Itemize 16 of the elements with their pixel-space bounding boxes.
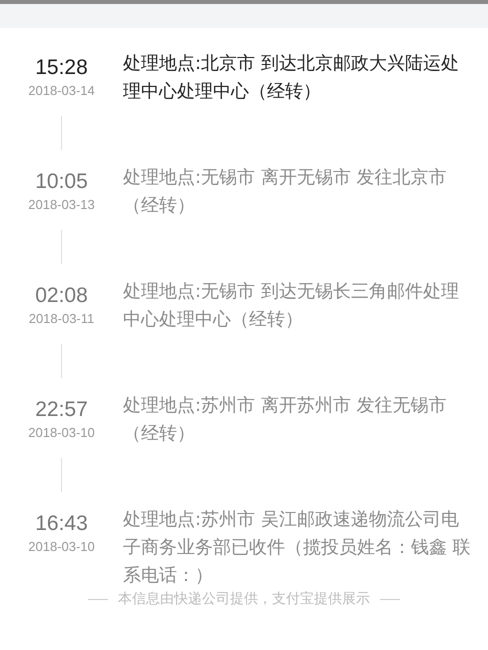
event-description: 处理地点:北京市 到达北京邮政大兴陆运处理中心处理中心（经转） [123,52,460,104]
event-time: 22:57 [35,397,88,423]
event-description: 处理地点:苏州市 吴江邮政速递物流公司电子商务业务部已收件（揽投员姓名：钱鑫 联系电话：） [123,508,472,588]
source-note: 本信息由快递公司提供，支付宝提供展示 [118,590,370,608]
event-description: 处理地点:无锡市 到达无锡长三角邮件处理中心处理中心（经转） [123,280,460,332]
event-date: 2018-03-10 [28,424,95,442]
event-date: 2018-03-13 [28,196,95,214]
event-description: 处理地点:苏州市 离开苏州市 发往无锡市（经转） [123,394,448,446]
event-time: 10:05 [35,169,88,195]
event-time: 16:43 [35,511,88,537]
event-date: 2018-03-11 [28,310,94,328]
event-description: 处理地点:无锡市 离开无锡市 发往北京市（经转） [123,166,448,218]
event-date: 2018-03-14 [28,82,95,100]
event-time: 02:08 [35,283,88,309]
event-time: 15:28 [35,55,88,81]
event-date: 2018-03-10 [28,538,95,556]
